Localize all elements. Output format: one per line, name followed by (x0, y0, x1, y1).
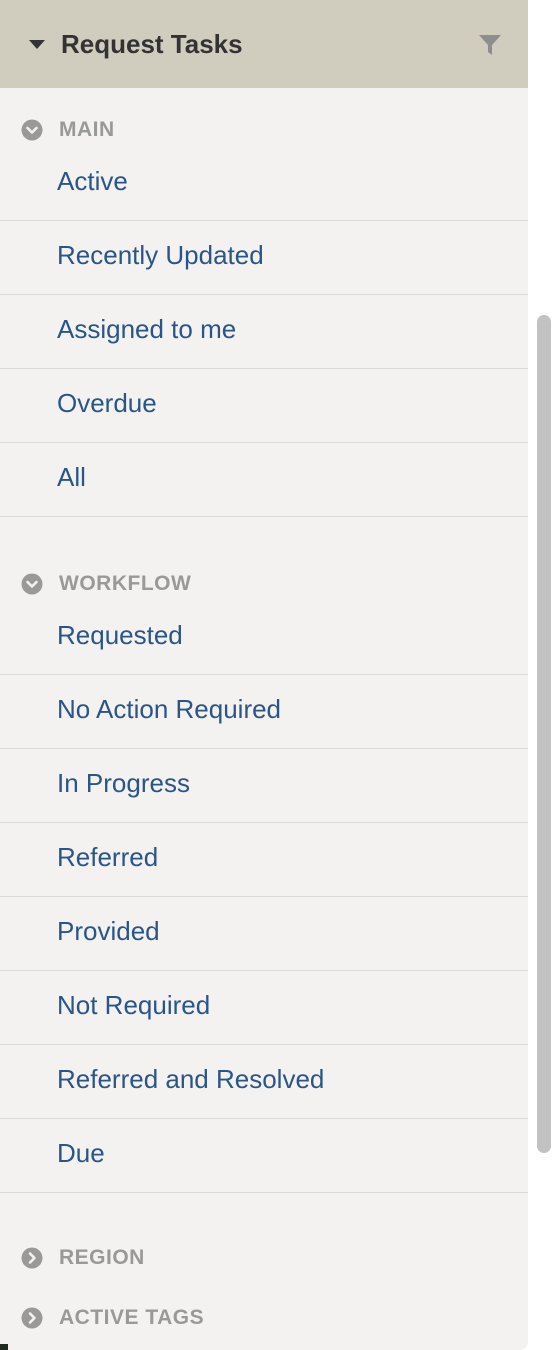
section-label-region: REGION (59, 1246, 145, 1269)
section-label-active-tags: ACTIVE TAGS (59, 1306, 205, 1329)
list-item-in-progress[interactable]: In Progress (0, 749, 528, 823)
list-item-label: Requested (57, 620, 183, 650)
section-header-active-tags[interactable]: ACTIVE TAGS (0, 1298, 528, 1338)
caret-down-icon[interactable] (29, 40, 45, 49)
list-item-assigned-to-me[interactable]: Assigned to me (0, 295, 528, 369)
list-item-label: Referred (57, 842, 159, 872)
list-item-not-required[interactable]: Not Required (0, 971, 528, 1045)
list-item-label: Recently Updated (57, 240, 264, 270)
chevron-down-circle-icon (21, 119, 43, 141)
panel-header[interactable]: Request Tasks (0, 0, 528, 88)
section-label-workflow: WORKFLOW (59, 572, 192, 595)
list-item-label: Overdue (57, 388, 157, 418)
list-item-label: Active (57, 166, 128, 196)
main-list: Active Recently Updated Assigned to me O… (0, 147, 528, 517)
list-item-label: Provided (57, 916, 160, 946)
list-item-requested[interactable]: Requested (0, 601, 528, 675)
list-item-label: Referred and Resolved (57, 1064, 325, 1094)
section-label-main: MAIN (59, 118, 115, 141)
section-header-workflow[interactable]: WORKFLOW (0, 564, 528, 604)
list-item-recently-updated[interactable]: Recently Updated (0, 221, 528, 295)
request-tasks-panel: Request Tasks MAIN Active Recently Updat… (0, 0, 528, 1350)
list-item-label: Not Required (57, 990, 211, 1020)
list-item-due[interactable]: Due (0, 1119, 528, 1193)
workflow-list: Requested No Action Required In Progress… (0, 601, 528, 1193)
window-corner (0, 1344, 8, 1350)
panel-title: Request Tasks (61, 29, 243, 59)
list-item-label: All (57, 462, 86, 492)
filter-icon[interactable] (478, 34, 502, 56)
list-item-all[interactable]: All (0, 443, 528, 517)
list-item-active[interactable]: Active (0, 147, 528, 221)
section-header-main[interactable]: MAIN (0, 110, 528, 150)
chevron-right-circle-icon (21, 1247, 43, 1269)
list-item-overdue[interactable]: Overdue (0, 369, 528, 443)
chevron-right-circle-icon (21, 1307, 43, 1329)
scrollbar-thumb[interactable] (537, 315, 551, 1153)
list-item-label: No Action Required (57, 694, 282, 724)
list-item-label: Assigned to me (57, 314, 237, 344)
list-item-referred-and-resolved[interactable]: Referred and Resolved (0, 1045, 528, 1119)
list-item-label: In Progress (57, 768, 190, 798)
section-header-region[interactable]: REGION (0, 1238, 528, 1278)
list-item-referred[interactable]: Referred (0, 823, 528, 897)
list-item-label: Due (57, 1138, 105, 1168)
list-item-no-action-required[interactable]: No Action Required (0, 675, 528, 749)
list-item-provided[interactable]: Provided (0, 897, 528, 971)
chevron-down-circle-icon (21, 573, 43, 595)
